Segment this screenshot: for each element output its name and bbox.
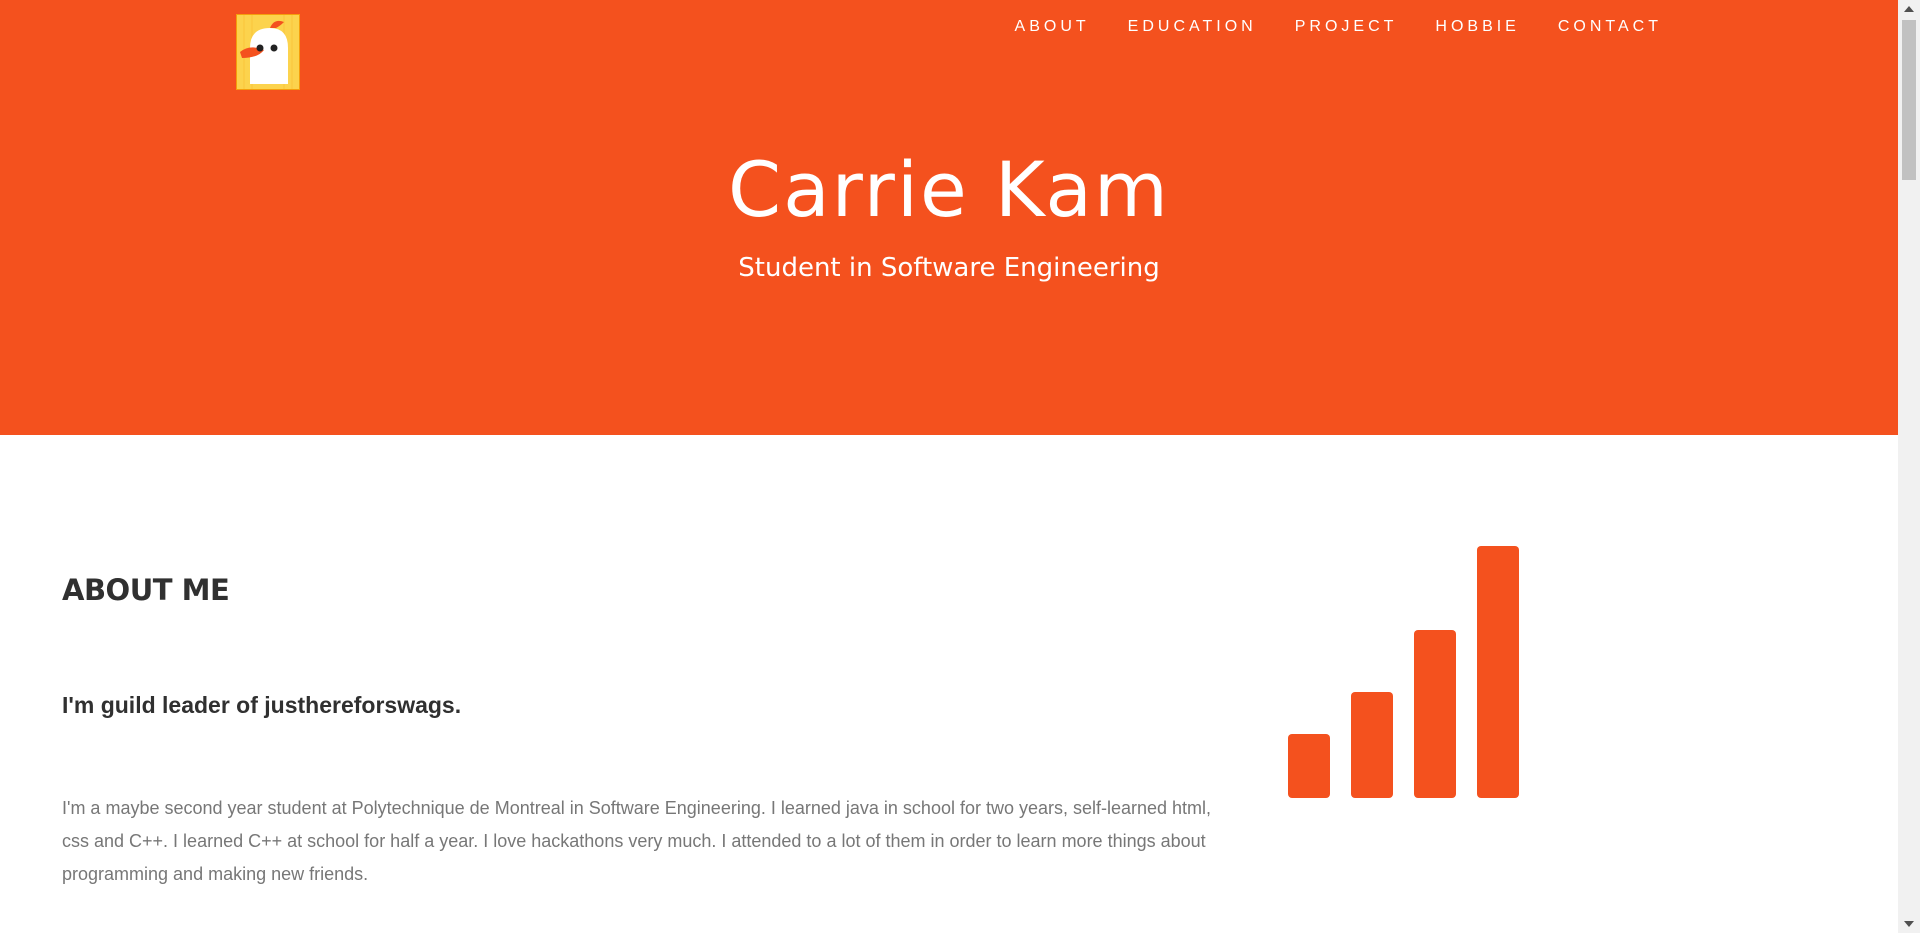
hero-title: Carrie Kam <box>728 145 1170 234</box>
nav-item-hobbie[interactable]: HOBBIE <box>1397 17 1519 37</box>
scroll-up-icon[interactable] <box>1904 6 1914 12</box>
page: ABOUT EDUCATION PROJECT HOBBIE CONTACT C… <box>0 0 1898 933</box>
signal-bars-icon <box>1288 542 1528 798</box>
about-lead: I'm guild leader of justhereforswags. <box>62 692 462 718</box>
hero-subtitle: Student in Software Engineering <box>738 253 1160 283</box>
about-heading: ABOUT ME <box>62 573 230 607</box>
nav-item-about[interactable]: ABOUT <box>977 17 1090 37</box>
about-body: I'm a maybe second year student at Polyt… <box>62 798 1212 884</box>
hero-header: ABOUT EDUCATION PROJECT HOBBIE CONTACT C… <box>0 0 1898 435</box>
scroll-thumb[interactable] <box>1902 20 1916 180</box>
nav-item-education[interactable]: EDUCATION <box>1090 17 1257 37</box>
vertical-scrollbar[interactable] <box>1898 0 1920 933</box>
nav-item-contact[interactable]: CONTACT <box>1520 17 1662 37</box>
nav-item-project[interactable]: PROJECT <box>1257 17 1398 37</box>
duck-logo-icon[interactable] <box>235 13 301 91</box>
main-nav: ABOUT EDUCATION PROJECT HOBBIE CONTACT <box>977 17 1662 37</box>
scroll-down-icon[interactable] <box>1904 921 1914 927</box>
